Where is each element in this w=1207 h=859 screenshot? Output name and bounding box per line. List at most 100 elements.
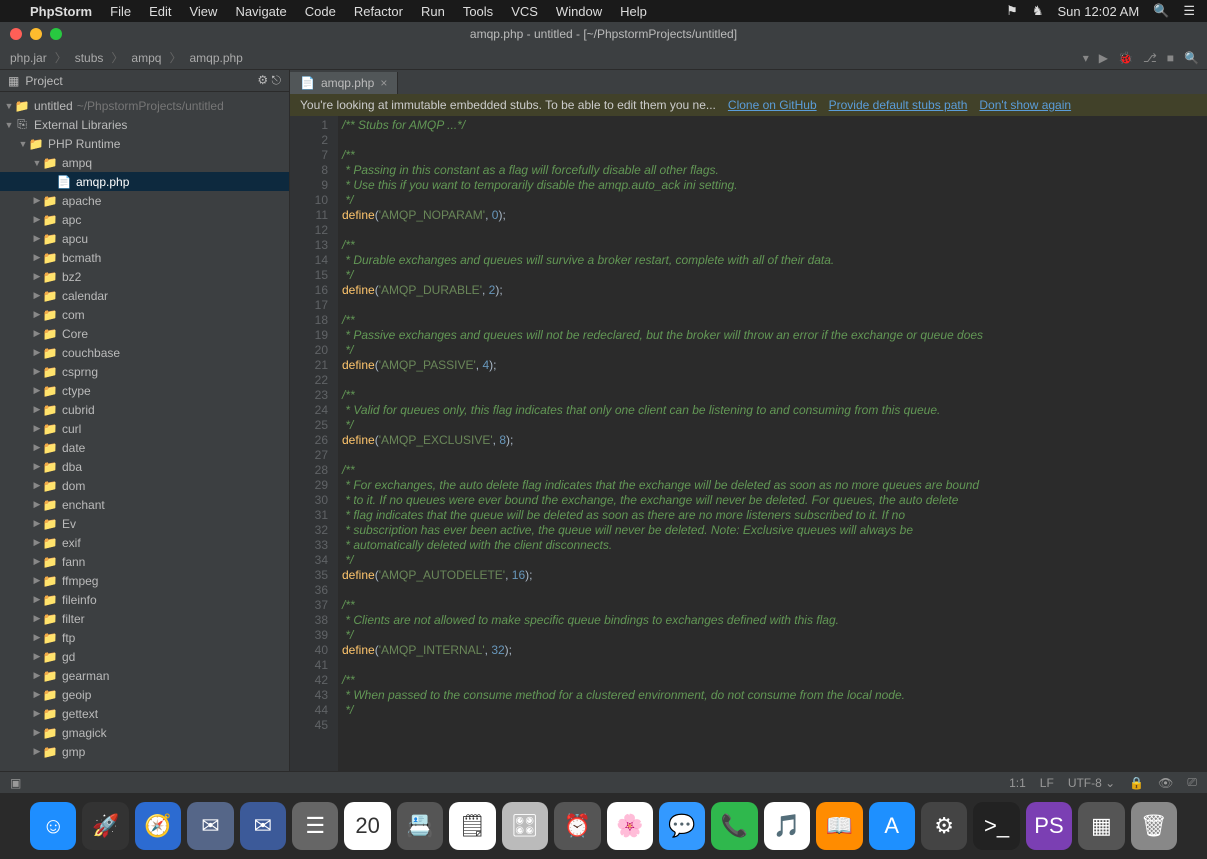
tree-item[interactable]: ▶📁gmagick xyxy=(0,723,289,742)
bc-item[interactable]: stubs xyxy=(73,51,106,65)
tree-item[interactable]: ▶📁Core xyxy=(0,324,289,343)
encoding[interactable]: UTF-8 xyxy=(1068,776,1102,790)
debug-icon[interactable]: 🐞 xyxy=(1118,51,1133,65)
tree-item[interactable]: ▶📁Ev xyxy=(0,514,289,533)
tree-item[interactable]: ▶📁fileinfo xyxy=(0,590,289,609)
dock-app-icon[interactable]: 🧭 xyxy=(135,802,181,850)
tree-item[interactable]: ▶📁bz2 xyxy=(0,267,289,286)
tree-item[interactable]: ▶📁csprng xyxy=(0,362,289,381)
menu-edit[interactable]: Edit xyxy=(149,4,171,19)
dock-app-icon[interactable]: 📞 xyxy=(711,802,757,850)
dock-app-icon[interactable]: ✉ xyxy=(240,802,286,850)
line-ending[interactable]: LF xyxy=(1040,776,1054,790)
tree-item[interactable]: ▶📁calendar xyxy=(0,286,289,305)
status-icon[interactable]: ⚑ xyxy=(1006,3,1018,19)
dock-app-icon[interactable]: 🚀 xyxy=(82,802,128,850)
tree-item[interactable]: ▶📁curl xyxy=(0,419,289,438)
tree-item[interactable]: ▶📁bcmath xyxy=(0,248,289,267)
bc-item[interactable]: ampq xyxy=(129,51,163,65)
tree-item[interactable]: ▶📁gettext xyxy=(0,704,289,723)
tree-item[interactable]: 📄amqp.php xyxy=(0,172,289,191)
zoom-button[interactable] xyxy=(50,28,62,40)
dock-app-icon[interactable]: 📖 xyxy=(816,802,862,850)
minimize-button[interactable] xyxy=(30,28,42,40)
tree-item[interactable]: ▶📁ffmpeg xyxy=(0,571,289,590)
tree-item[interactable]: ▶📁cubrid xyxy=(0,400,289,419)
tree-item[interactable]: ▶📁geoip xyxy=(0,685,289,704)
menu-tools[interactable]: Tools xyxy=(463,4,493,19)
dismiss-link[interactable]: Don't show again xyxy=(979,98,1071,112)
menu-vcs[interactable]: VCS xyxy=(511,4,538,19)
dock-app-icon[interactable]: ▦ xyxy=(1078,802,1124,850)
coverage-icon[interactable]: ⎇ xyxy=(1143,51,1157,65)
tree-item[interactable]: ▶📁apcu xyxy=(0,229,289,248)
tree-item[interactable]: ▶📁ctype xyxy=(0,381,289,400)
tree-item[interactable]: ▶📁enchant xyxy=(0,495,289,514)
run-icon[interactable]: ▶ xyxy=(1099,51,1108,65)
tree-item[interactable]: ▼📁untitled~/PhpstormProjects/untitled xyxy=(0,96,289,115)
tree-item[interactable]: ▶📁ftp xyxy=(0,628,289,647)
tree-item[interactable]: ▶📁date xyxy=(0,438,289,457)
dock-app-icon[interactable]: 🗑 xyxy=(1131,802,1177,850)
stop-icon[interactable]: ■ xyxy=(1167,51,1174,65)
menu-help[interactable]: Help xyxy=(620,4,647,19)
tree-item[interactable]: ▼📁ampq xyxy=(0,153,289,172)
app-name[interactable]: PhpStorm xyxy=(30,4,92,19)
menu-refactor[interactable]: Refactor xyxy=(354,4,403,19)
tree-item[interactable]: ▶📁apc xyxy=(0,210,289,229)
project-tree[interactable]: ▼📁untitled~/PhpstormProjects/untitled▼⎘E… xyxy=(0,92,289,771)
search-icon[interactable]: 🔍 xyxy=(1184,51,1199,65)
code-area[interactable]: /** Stubs for AMQP ...*/ /** * Passing i… xyxy=(338,116,1207,771)
spotlight-icon[interactable]: 🔍 xyxy=(1153,3,1169,19)
tree-item[interactable]: ▼📁PHP Runtime xyxy=(0,134,289,153)
status-icon[interactable]: ♞ xyxy=(1032,3,1044,19)
tree-item[interactable]: ▶📁gearman xyxy=(0,666,289,685)
code-editor[interactable]: 1278910111213141516171819202122232425262… xyxy=(290,116,1207,771)
lock-icon[interactable]: 🔒 xyxy=(1129,776,1144,790)
dock-app-icon[interactable]: 🌸 xyxy=(607,802,653,850)
tree-item[interactable]: ▶📁exif xyxy=(0,533,289,552)
clock[interactable]: Sun 12:02 AM xyxy=(1057,4,1139,19)
close-button[interactable] xyxy=(10,28,22,40)
menu-icon[interactable]: ☰ xyxy=(1183,3,1195,19)
dock-app-icon[interactable]: 💬 xyxy=(659,802,705,850)
tree-item[interactable]: ▶📁dom xyxy=(0,476,289,495)
dock-app-icon[interactable]: PS xyxy=(1026,802,1072,850)
dock-app-icon[interactable]: >_ xyxy=(973,802,1019,850)
tree-item[interactable]: ▶📁apache xyxy=(0,191,289,210)
stubs-path-link[interactable]: Provide default stubs path xyxy=(829,98,968,112)
bc-item[interactable]: php.jar xyxy=(8,51,49,65)
dock-app-icon[interactable]: ☰ xyxy=(292,802,338,850)
menu-code[interactable]: Code xyxy=(305,4,336,19)
tree-item[interactable]: ▶📁couchbase xyxy=(0,343,289,362)
tree-item[interactable]: ▶📁gd xyxy=(0,647,289,666)
dock-app-icon[interactable]: 🗒 xyxy=(449,802,495,850)
tree-item[interactable]: ▶📁filter xyxy=(0,609,289,628)
bc-item[interactable]: amqp.php xyxy=(187,51,244,65)
hector-icon[interactable]: ⎚ xyxy=(1187,775,1197,790)
tab-amqp[interactable]: 📄 amqp.php × xyxy=(290,72,398,94)
close-icon[interactable]: × xyxy=(380,76,387,90)
caret-position[interactable]: 1:1 xyxy=(1009,776,1026,790)
dock-app-icon[interactable]: 📇 xyxy=(397,802,443,850)
tree-item[interactable]: ▼⎘External Libraries xyxy=(0,115,289,134)
run-config-dropdown[interactable]: ▾ xyxy=(1083,51,1089,65)
tree-item[interactable]: ▶📁fann xyxy=(0,552,289,571)
project-panel-header[interactable]: ▦Project⚙ ⎋ xyxy=(0,70,289,92)
tree-item[interactable]: ▶📁gmp xyxy=(0,742,289,761)
dock-app-icon[interactable]: ⏰ xyxy=(554,802,600,850)
tool-window-icon[interactable]: ▣ xyxy=(10,776,21,790)
tree-item[interactable]: ▶📁dba xyxy=(0,457,289,476)
dock-app-icon[interactable]: A xyxy=(869,802,915,850)
tree-item[interactable]: ▶📁com xyxy=(0,305,289,324)
breadcrumb[interactable]: php.jar〉 stubs〉 ampq〉 amqp.php xyxy=(8,49,245,66)
dock-app-icon[interactable]: 🎛 xyxy=(502,802,548,850)
menu-file[interactable]: File xyxy=(110,4,131,19)
dock-app-icon[interactable]: 20 xyxy=(344,802,390,850)
inspector-icon[interactable]: 👁 xyxy=(1158,776,1173,790)
dock-app-icon[interactable]: ⚙ xyxy=(921,802,967,850)
clone-link[interactable]: Clone on GitHub xyxy=(728,98,817,112)
menu-run[interactable]: Run xyxy=(421,4,445,19)
dock-app-icon[interactable]: 🎵 xyxy=(764,802,810,850)
dock-app-icon[interactable]: ☺ xyxy=(30,802,76,850)
